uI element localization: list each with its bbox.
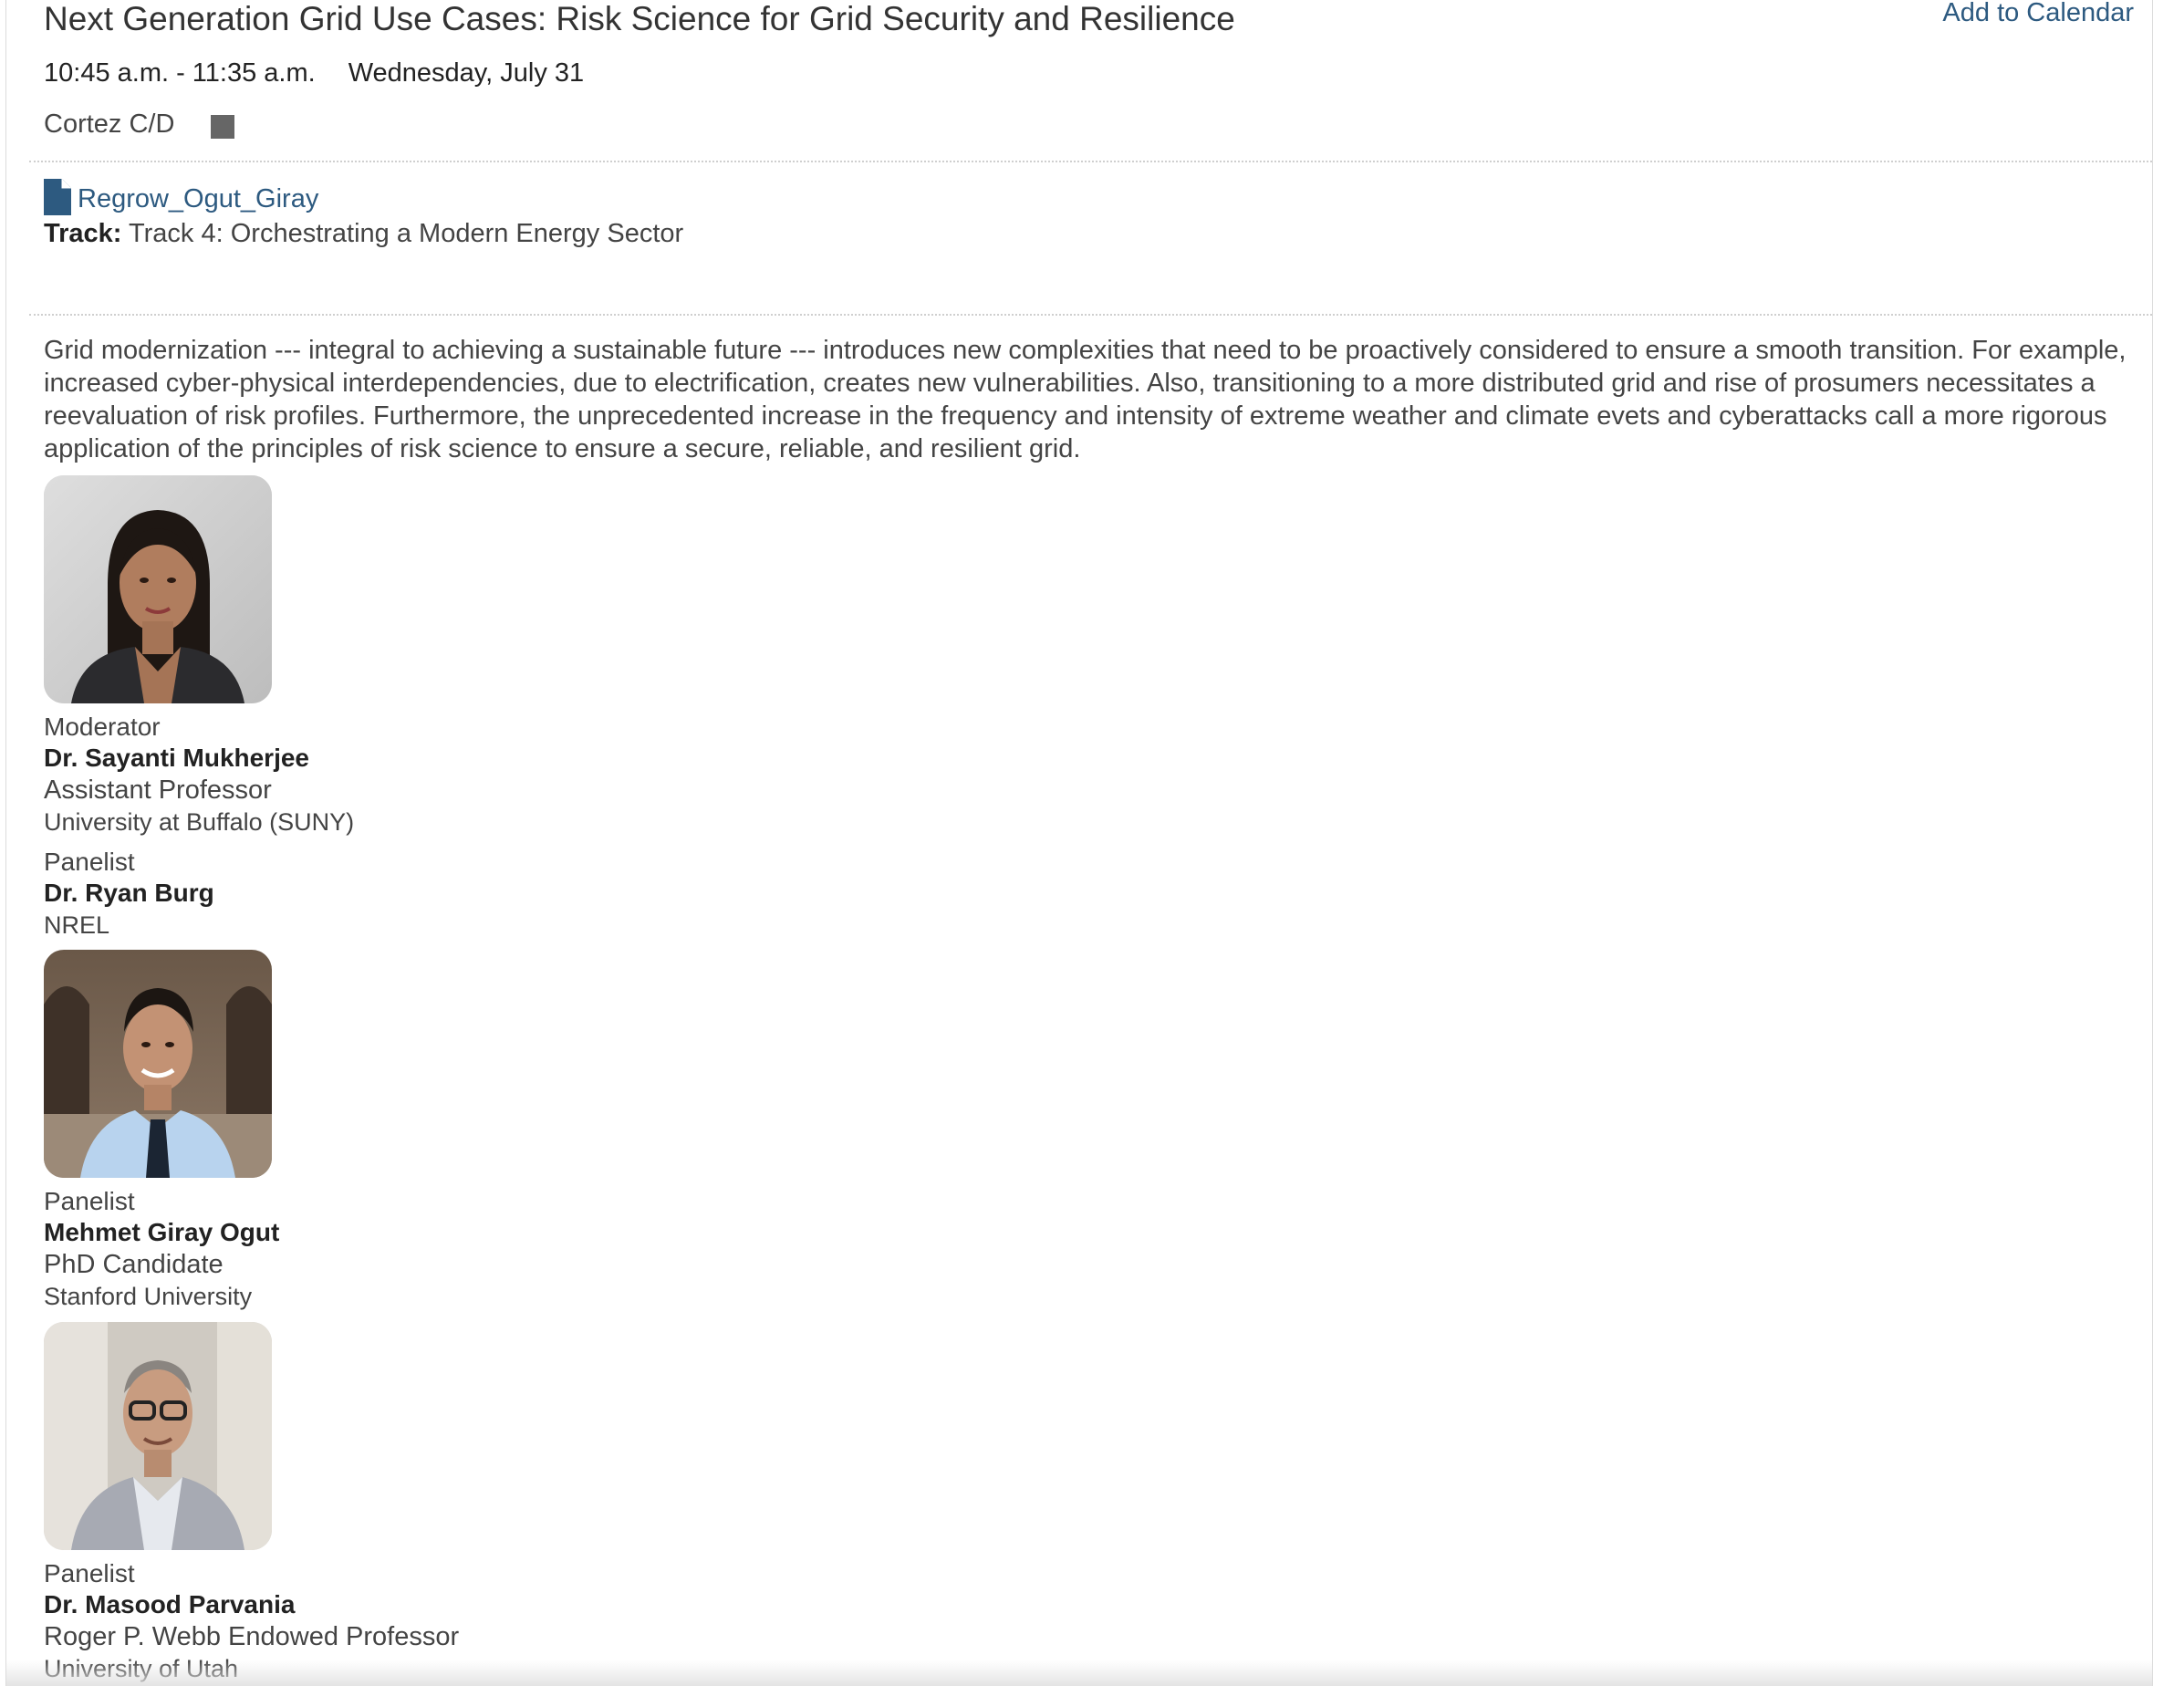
session-room: Cortez C/D bbox=[44, 108, 234, 140]
session-time: 10:45 a.m. - 11:35 a.m. bbox=[44, 58, 316, 88]
section-divider bbox=[29, 314, 2152, 316]
speaker-photo[interactable] bbox=[44, 950, 272, 1178]
speaker-organization: Stanford University bbox=[44, 1283, 253, 1310]
session-description: Grid modernization --- integral to achie… bbox=[44, 336, 2127, 463]
speaker-photo[interactable] bbox=[44, 1322, 272, 1550]
speaker-name[interactable]: Dr. Masood Parvania bbox=[44, 1589, 295, 1620]
speaker-role: Moderator bbox=[44, 713, 161, 741]
add-to-calendar-link[interactable]: Add to Calendar bbox=[1942, 0, 2134, 29]
speaker-title: Assistant Professor bbox=[44, 775, 272, 805]
speaker-name[interactable]: Mehmet Giray Ogut bbox=[44, 1217, 279, 1248]
speaker-role: Panelist bbox=[44, 1187, 135, 1215]
room-name: Cortez C/D bbox=[44, 109, 175, 139]
speaker-role: Panelist bbox=[44, 848, 135, 876]
speaker-name[interactable]: Dr. Ryan Burg bbox=[44, 878, 214, 909]
speaker-organization: University at Buffalo (SUNY) bbox=[44, 808, 355, 836]
room-color-swatch bbox=[211, 115, 234, 139]
file-icon bbox=[44, 179, 71, 215]
document-label: Regrow_Ogut_Giray bbox=[78, 184, 319, 213]
speaker-title: Roger P. Webb Endowed Professor bbox=[44, 1622, 460, 1651]
speaker-role: Panelist bbox=[44, 1559, 135, 1587]
speaker-organization: NREL bbox=[44, 911, 110, 939]
session-schedule: 10:45 a.m. - 11:35 a.m. Wednesday, July 3… bbox=[44, 57, 584, 89]
speaker-title: PhD Candidate bbox=[44, 1250, 224, 1279]
session-document-link[interactable]: Regrow_Ogut_Giray bbox=[44, 179, 318, 215]
session-track: Track: Track 4: Orchestrating a Modern E… bbox=[44, 217, 683, 250]
bottom-edge-shadow bbox=[6, 1660, 2152, 1686]
session-detail-panel: Next Generation Grid Use Cases: Risk Sci… bbox=[5, 0, 2153, 1686]
track-label: Track: bbox=[44, 219, 122, 248]
session-title: Next Generation Grid Use Cases: Risk Sci… bbox=[44, 0, 1235, 37]
section-divider bbox=[29, 161, 2152, 162]
speaker-photo[interactable] bbox=[44, 475, 272, 703]
session-date: Wednesday, July 31 bbox=[348, 58, 585, 88]
track-value: Track 4: Orchestrating a Modern Energy S… bbox=[129, 219, 684, 248]
speaker-name[interactable]: Dr. Sayanti Mukherjee bbox=[44, 743, 309, 774]
